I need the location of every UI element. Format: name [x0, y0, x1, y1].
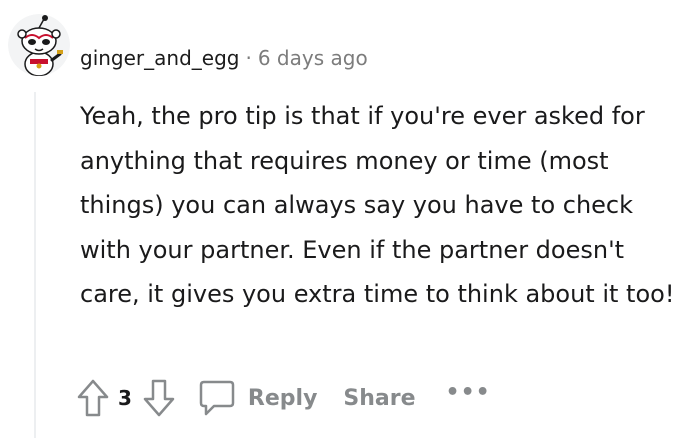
username[interactable]: ginger_and_egg: [80, 46, 239, 70]
upvote-arrow-icon: [77, 379, 109, 417]
comment: ginger_and_egg · 6 days ago Yeah, the pr…: [0, 0, 700, 438]
downvote-button[interactable]: [142, 378, 176, 418]
comment-body: Yeah, the pro tip is that if you're ever…: [80, 102, 675, 308]
speech-bubble-icon: [199, 380, 235, 416]
upvote-button[interactable]: [76, 378, 110, 418]
avatar[interactable]: [8, 14, 70, 76]
reply-label: Reply: [247, 385, 318, 411]
share-button[interactable]: Share: [343, 386, 415, 411]
vote-count: 3: [118, 386, 132, 410]
reply-button[interactable]: Reply: [198, 379, 318, 417]
comment-meta: ginger_and_egg · 6 days ago: [80, 44, 368, 72]
snoo-avatar-icon: [8, 14, 70, 76]
more-options-button[interactable]: •••: [446, 380, 491, 405]
timestamp[interactable]: 6 days ago: [258, 46, 368, 70]
comment-actions: 3 Reply Share •••: [76, 376, 491, 420]
thread-line[interactable]: [34, 92, 36, 438]
meta-separator: ·: [245, 46, 252, 70]
downvote-arrow-icon: [143, 379, 175, 417]
